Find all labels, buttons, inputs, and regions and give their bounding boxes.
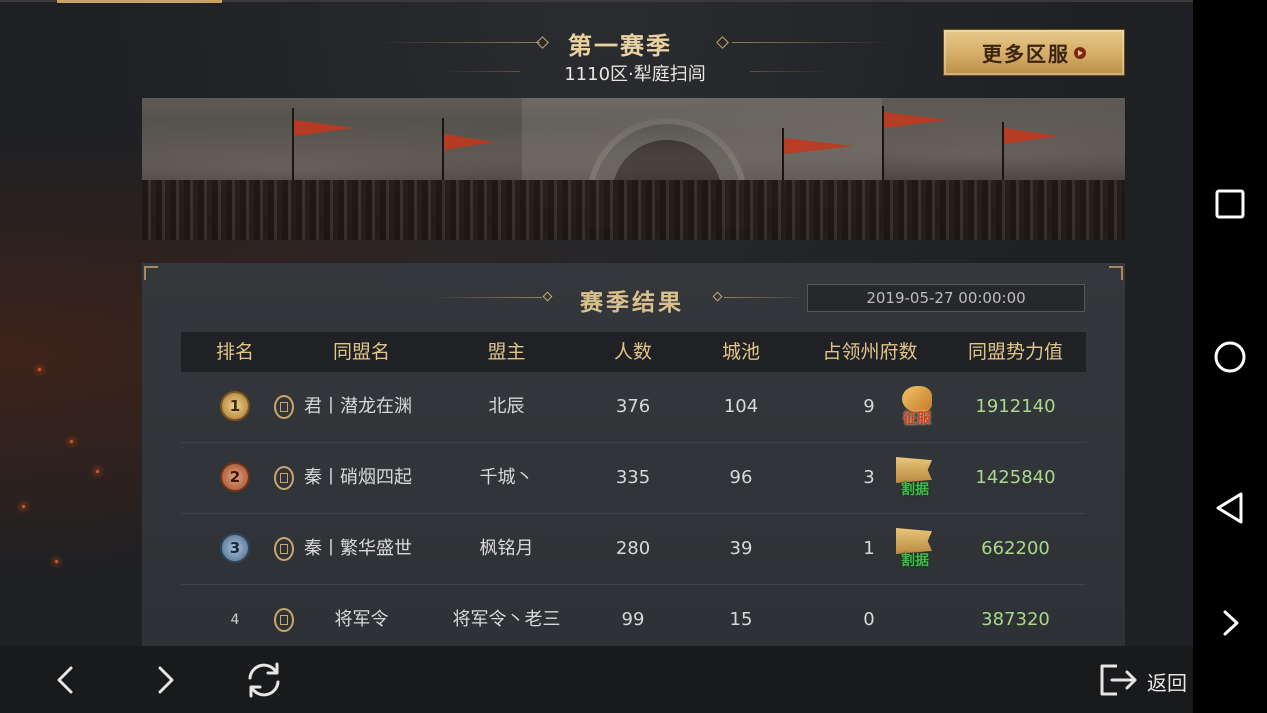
member-count: 99	[621, 609, 645, 630]
rank-medal-icon: 2	[220, 462, 250, 492]
season-title: 第一赛季	[568, 31, 672, 60]
game-screen: 第一赛季 1110区·犁庭扫闾 更多区服 赛季结果 2019-05-27 00:…	[0, 0, 1193, 646]
system-back-button[interactable]	[1210, 488, 1250, 528]
header-alliance: 同盟名	[332, 341, 390, 363]
table-row[interactable]: 3 秦丨繁华盛世 枫铭月 280 39 1 割据 662200	[181, 514, 1086, 585]
leader-name[interactable]: 千城丶	[434, 443, 579, 513]
conquer-status-icon: 征服	[892, 384, 942, 430]
refresh-icon	[248, 662, 280, 698]
ember-decoration	[55, 560, 58, 563]
table-row[interactable]: 4 将军令 将军令丶老三 99 15 0 387320	[181, 585, 1086, 646]
rank-medal-icon: 3	[220, 533, 250, 563]
title-divider-right	[732, 42, 892, 43]
leader-name[interactable]: 枫铭月	[434, 514, 579, 584]
nav-expand-button[interactable]	[1210, 603, 1250, 643]
home-button[interactable]	[1210, 337, 1250, 377]
table-row[interactable]: 1 君丨潜龙在渊 北辰 376 104 9 征服 1912140	[181, 372, 1086, 443]
status-label: 割据	[901, 482, 929, 498]
home-circle-icon	[1214, 341, 1246, 373]
forward-button[interactable]	[143, 658, 187, 702]
header-leader: 盟主	[487, 341, 526, 363]
results-title-diamond-left	[542, 291, 553, 302]
banner-flag	[884, 112, 949, 128]
status-label: 割据	[901, 553, 929, 569]
separatist-status-icon: 割据	[890, 526, 940, 572]
alliance-name[interactable]: 秦丨硝烟四起	[296, 443, 439, 513]
ember-decoration	[96, 470, 99, 473]
banner-flag	[294, 120, 354, 136]
arrow-right-icon	[1074, 46, 1086, 59]
ember-decoration	[70, 440, 73, 443]
title-diamond-left	[536, 36, 549, 49]
season-banner-image	[142, 98, 1125, 240]
header-prefectures: 占领州府数	[822, 341, 918, 363]
alliance-power: 1425840	[975, 467, 1056, 488]
active-tab-indicator[interactable]	[57, 0, 222, 3]
alliance-emblem-icon	[274, 395, 294, 419]
season-results-panel: 赛季结果 2019-05-27 00:00:00 排名 同盟名 盟主 人数 城池…	[142, 263, 1125, 646]
return-button[interactable]	[1097, 658, 1141, 702]
leader-name[interactable]: 北辰	[434, 372, 579, 442]
recents-square-icon	[1215, 189, 1245, 219]
more-servers-label: 更多区服	[982, 42, 1070, 66]
chevron-right-icon	[158, 666, 174, 694]
banner-flag	[1004, 128, 1059, 144]
results-title: 赛季结果	[580, 289, 684, 316]
chevron-right-icon	[1223, 610, 1239, 636]
results-title-diamond-right	[712, 291, 723, 302]
header-members: 人数	[613, 341, 652, 363]
city-count: 104	[723, 396, 759, 417]
header-cities: 城池	[721, 341, 760, 363]
separatist-status-icon: 割据	[890, 455, 940, 501]
refresh-button[interactable]	[242, 658, 286, 702]
banner-army	[142, 180, 1125, 240]
ember-decoration	[38, 368, 41, 371]
title-divider-left	[380, 42, 540, 43]
alliance-emblem-icon	[274, 466, 294, 490]
chevron-left-icon	[57, 666, 73, 694]
prefecture-count: 0	[863, 609, 875, 630]
title-diamond-right	[716, 36, 729, 49]
ember-decoration	[22, 505, 25, 508]
recents-button[interactable]	[1210, 184, 1250, 224]
header-rank: 排名	[215, 341, 254, 363]
exit-icon	[1100, 664, 1137, 696]
city-count: 39	[729, 538, 753, 559]
panel-corner-ornament	[1109, 266, 1123, 280]
alliance-name[interactable]: 君丨潜龙在渊	[296, 372, 439, 442]
bottom-toolbar: 返回	[0, 646, 1193, 713]
header-power: 同盟势力值	[967, 341, 1063, 363]
alliance-emblem-icon	[274, 537, 294, 561]
member-count: 376	[615, 396, 651, 417]
alliance-power: 662200	[981, 538, 1050, 559]
alliance-name[interactable]: 秦丨繁华盛世	[296, 514, 439, 584]
server-name: 1110区·犁庭扫闾	[564, 64, 706, 85]
results-title-divider-right	[724, 297, 804, 298]
more-servers-button[interactable]: 更多区服	[943, 29, 1125, 76]
rank-number: 4	[230, 612, 240, 628]
results-title-divider-left	[432, 297, 542, 298]
member-count: 280	[615, 538, 651, 559]
return-label[interactable]: 返回	[1147, 667, 1193, 696]
table-row[interactable]: 2 秦丨硝烟四起 千城丶 335 96 3 割据 1425840	[181, 443, 1086, 514]
member-count: 335	[615, 467, 651, 488]
rank-medal-icon: 1	[220, 391, 250, 421]
alliance-name[interactable]: 将军令	[289, 585, 434, 646]
city-count: 15	[729, 609, 753, 630]
subtitle-divider-left	[440, 71, 520, 72]
back-triangle-icon	[1216, 492, 1243, 524]
alliance-power: 387320	[981, 609, 1050, 630]
leader-name[interactable]: 将军令丶老三	[434, 585, 579, 646]
city-count: 96	[729, 467, 753, 488]
system-navigation-bar	[1193, 0, 1267, 713]
banner-flag	[784, 138, 854, 154]
subtitle-divider-right	[750, 71, 830, 72]
results-table-header: 排名 同盟名 盟主 人数 城池 占领州府数 同盟势力值	[181, 332, 1086, 372]
season-end-date: 2019-05-27 00:00:00	[807, 284, 1085, 312]
banner-flag	[444, 134, 494, 150]
alliance-power: 1912140	[975, 396, 1056, 417]
back-button[interactable]	[44, 658, 88, 702]
status-label: 征服	[903, 411, 931, 427]
panel-corner-ornament	[144, 266, 158, 280]
